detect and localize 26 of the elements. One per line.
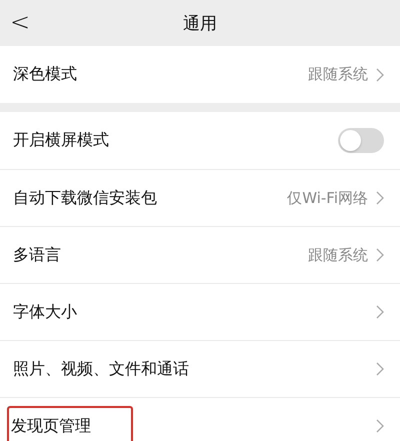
row-label: 发现页管理 — [7, 406, 133, 441]
settings-row[interactable]: 自动下载微信安装包 仅Wi-Fi网络 — [0, 169, 400, 226]
row-label: 多语言 — [13, 244, 61, 266]
chevron-icon — [376, 68, 384, 82]
chevron-icon — [376, 248, 384, 262]
row-label: 照片、视频、文件和通话 — [13, 358, 189, 380]
page-title: 通用 — [183, 12, 217, 34]
toggle-switch[interactable] — [338, 128, 384, 153]
chevron-icon — [376, 305, 384, 319]
row-value: 跟随系统 — [308, 65, 368, 84]
row-label: 字体大小 — [13, 302, 77, 322]
settings-row[interactable]: 开启横屏模式 — [0, 112, 400, 169]
settings-row[interactable]: 多语言 跟随系统 — [0, 226, 400, 283]
row-value: 仅Wi-Fi网络 — [287, 188, 368, 208]
settings-row[interactable]: 字体大小 — [0, 283, 400, 340]
chevron-icon — [376, 419, 384, 433]
back-button[interactable]: < — [10, 8, 30, 36]
chevron-icon — [376, 191, 384, 205]
chevron-icon — [376, 362, 384, 376]
row-label: 深色模式 — [13, 64, 77, 85]
settings-row[interactable]: 发现页管理 — [0, 397, 400, 441]
settings-row[interactable]: 照片、视频、文件和通话 — [0, 340, 400, 397]
settings-row[interactable]: 深色模式 跟随系统 — [0, 46, 400, 103]
row-label: 开启横屏模式 — [13, 130, 109, 151]
row-value: 跟随系统 — [308, 246, 368, 264]
row-label: 自动下载微信安装包 — [13, 188, 157, 208]
